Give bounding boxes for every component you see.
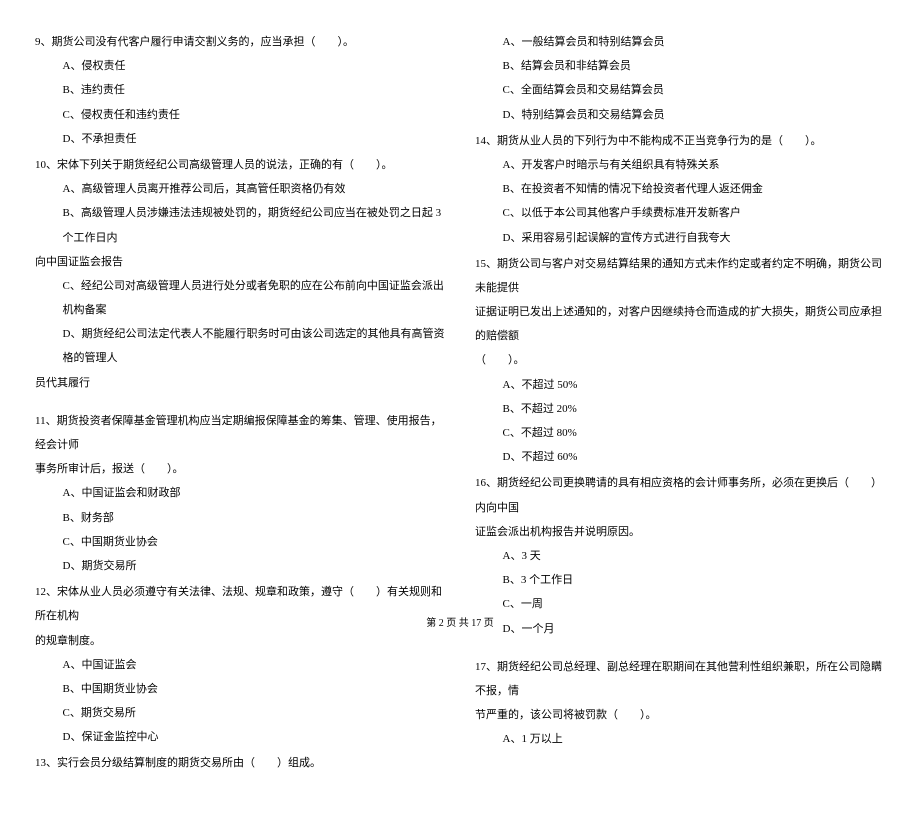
q12-opt-d: D、保证金监控中心 xyxy=(35,725,445,749)
left-column: 9、期货公司没有代客户履行申请交割义务的，应当承担（ ）。 A、侵权责任 B、违… xyxy=(20,30,460,778)
q14-opt-d: D、采用容易引起误解的宣传方式进行自我夸大 xyxy=(475,226,885,250)
q12-opt-b: B、中国期货业协会 xyxy=(35,677,445,701)
q15-line1: 15、期货公司与客户对交易结算结果的通知方式未作约定或者约定不明确，期货公司未能… xyxy=(475,252,885,300)
q12-opt-a: A、中国证监会 xyxy=(35,653,445,677)
q15-opt-a: A、不超过 50% xyxy=(475,373,885,397)
question-15: 15、期货公司与客户对交易结算结果的通知方式未作约定或者约定不明确，期货公司未能… xyxy=(475,252,885,470)
q9-opt-c: C、侵权责任和违约责任 xyxy=(35,103,445,127)
q14-opt-a: A、开发客户时暗示与有关组织具有特殊关系 xyxy=(475,153,885,177)
q11-line2: 事务所审计后，报送（ ）。 xyxy=(35,457,445,481)
question-13: 13、实行会员分级结算制度的期货交易所由（ ）组成。 xyxy=(35,751,445,775)
exam-page: 9、期货公司没有代客户履行申请交割义务的，应当承担（ ）。 A、侵权责任 B、违… xyxy=(0,0,920,818)
q10-opt-d-1: D、期货经纪公司法定代表人不能履行职务时可由该公司选定的其他具有高管资格的管理人 xyxy=(35,322,445,370)
q16-line2: 证监会派出机构报告并说明原因。 xyxy=(475,520,885,544)
q16-line1: 16、期货经纪公司更换聘请的具有相应资格的会计师事务所，必须在更换后（ ）内向中… xyxy=(475,471,885,519)
question-11: 11、期货投资者保障基金管理机构应当定期编报保障基金的筹集、管理、使用报告，经会… xyxy=(35,409,445,578)
q11-opt-b: B、财务部 xyxy=(35,506,445,530)
q12-opt-c: C、期货交易所 xyxy=(35,701,445,725)
q10-opt-b-2: 向中国证监会报告 xyxy=(35,250,445,274)
q10-opt-d-2: 员代其履行 xyxy=(35,371,445,395)
q13-opt-d: D、特别结算会员和交易结算会员 xyxy=(475,103,885,127)
q9-text: 9、期货公司没有代客户履行申请交割义务的，应当承担（ ）。 xyxy=(35,30,445,54)
q16-opt-a: A、3 天 xyxy=(475,544,885,568)
right-column: A、一般结算会员和特别结算会员 B、结算会员和非结算会员 C、全面结算会员和交易… xyxy=(460,30,900,778)
q10-opt-a: A、高级管理人员离开推荐公司后，其高管任职资格仍有效 xyxy=(35,177,445,201)
q16-opt-b: B、3 个工作日 xyxy=(475,568,885,592)
question-9: 9、期货公司没有代客户履行申请交割义务的，应当承担（ ）。 A、侵权责任 B、违… xyxy=(35,30,445,151)
question-13-opts: A、一般结算会员和特别结算会员 B、结算会员和非结算会员 C、全面结算会员和交易… xyxy=(475,30,885,127)
q15-opt-c: C、不超过 80% xyxy=(475,421,885,445)
q14-opt-b: B、在投资者不知情的情况下给投资者代理人返还佣金 xyxy=(475,177,885,201)
q11-opt-a: A、中国证监会和财政部 xyxy=(35,481,445,505)
q13-text: 13、实行会员分级结算制度的期货交易所由（ ）组成。 xyxy=(35,751,445,775)
q11-opt-d: D、期货交易所 xyxy=(35,554,445,578)
q10-text: 10、宋体下列关于期货经纪公司高级管理人员的说法，正确的有（ ）。 xyxy=(35,153,445,177)
question-12: 12、宋体从业人员必须遵守有关法律、法规、规章和政策，遵守（ ）有关规则和所在机… xyxy=(35,580,445,749)
q15-opt-d: D、不超过 60% xyxy=(475,445,885,469)
q11-opt-c: C、中国期货业协会 xyxy=(35,530,445,554)
question-17: 17、期货经纪公司总经理、副总经理在职期间在其他营利性组织兼职，所在公司隐瞒不报… xyxy=(475,655,885,752)
q9-opt-b: B、违约责任 xyxy=(35,78,445,102)
q13-opt-b: B、结算会员和非结算会员 xyxy=(475,54,885,78)
q15-line2: 证据证明已发出上述通知的，对客户因继续持仓而造成的扩大损失，期货公司应承担的赔偿… xyxy=(475,300,885,348)
q13-opt-a: A、一般结算会员和特别结算会员 xyxy=(475,30,885,54)
q14-opt-c: C、以低于本公司其他客户手续费标准开发新客户 xyxy=(475,201,885,225)
q11-line1: 11、期货投资者保障基金管理机构应当定期编报保障基金的筹集、管理、使用报告，经会… xyxy=(35,409,445,457)
q14-text: 14、期货从业人员的下列行为中不能构成不正当竞争行为的是（ ）。 xyxy=(475,129,885,153)
q15-opt-b: B、不超过 20% xyxy=(475,397,885,421)
q13-opt-c: C、全面结算会员和交易结算会员 xyxy=(475,78,885,102)
page-footer: 第 2 页 共 17 页 xyxy=(0,613,920,635)
question-14: 14、期货从业人员的下列行为中不能构成不正当竞争行为的是（ ）。 A、开发客户时… xyxy=(475,129,885,250)
q17-line2: 节严重的，该公司将被罚款（ ）。 xyxy=(475,703,885,727)
q10-opt-c: C、经纪公司对高级管理人员进行处分或者免职的应在公布前向中国证监会派出机构备案 xyxy=(35,274,445,322)
q17-line1: 17、期货经纪公司总经理、副总经理在职期间在其他营利性组织兼职，所在公司隐瞒不报… xyxy=(475,655,885,703)
q10-opt-b-1: B、高级管理人员涉嫌违法违规被处罚的，期货经纪公司应当在被处罚之日起 3 个工作… xyxy=(35,201,445,249)
question-10: 10、宋体下列关于期货经纪公司高级管理人员的说法，正确的有（ ）。 A、高级管理… xyxy=(35,153,445,395)
q9-opt-d: D、不承担责任 xyxy=(35,127,445,151)
q9-opt-a: A、侵权责任 xyxy=(35,54,445,78)
q17-opt-a: A、1 万以上 xyxy=(475,727,885,751)
q15-line3: （ ）。 xyxy=(475,348,885,372)
